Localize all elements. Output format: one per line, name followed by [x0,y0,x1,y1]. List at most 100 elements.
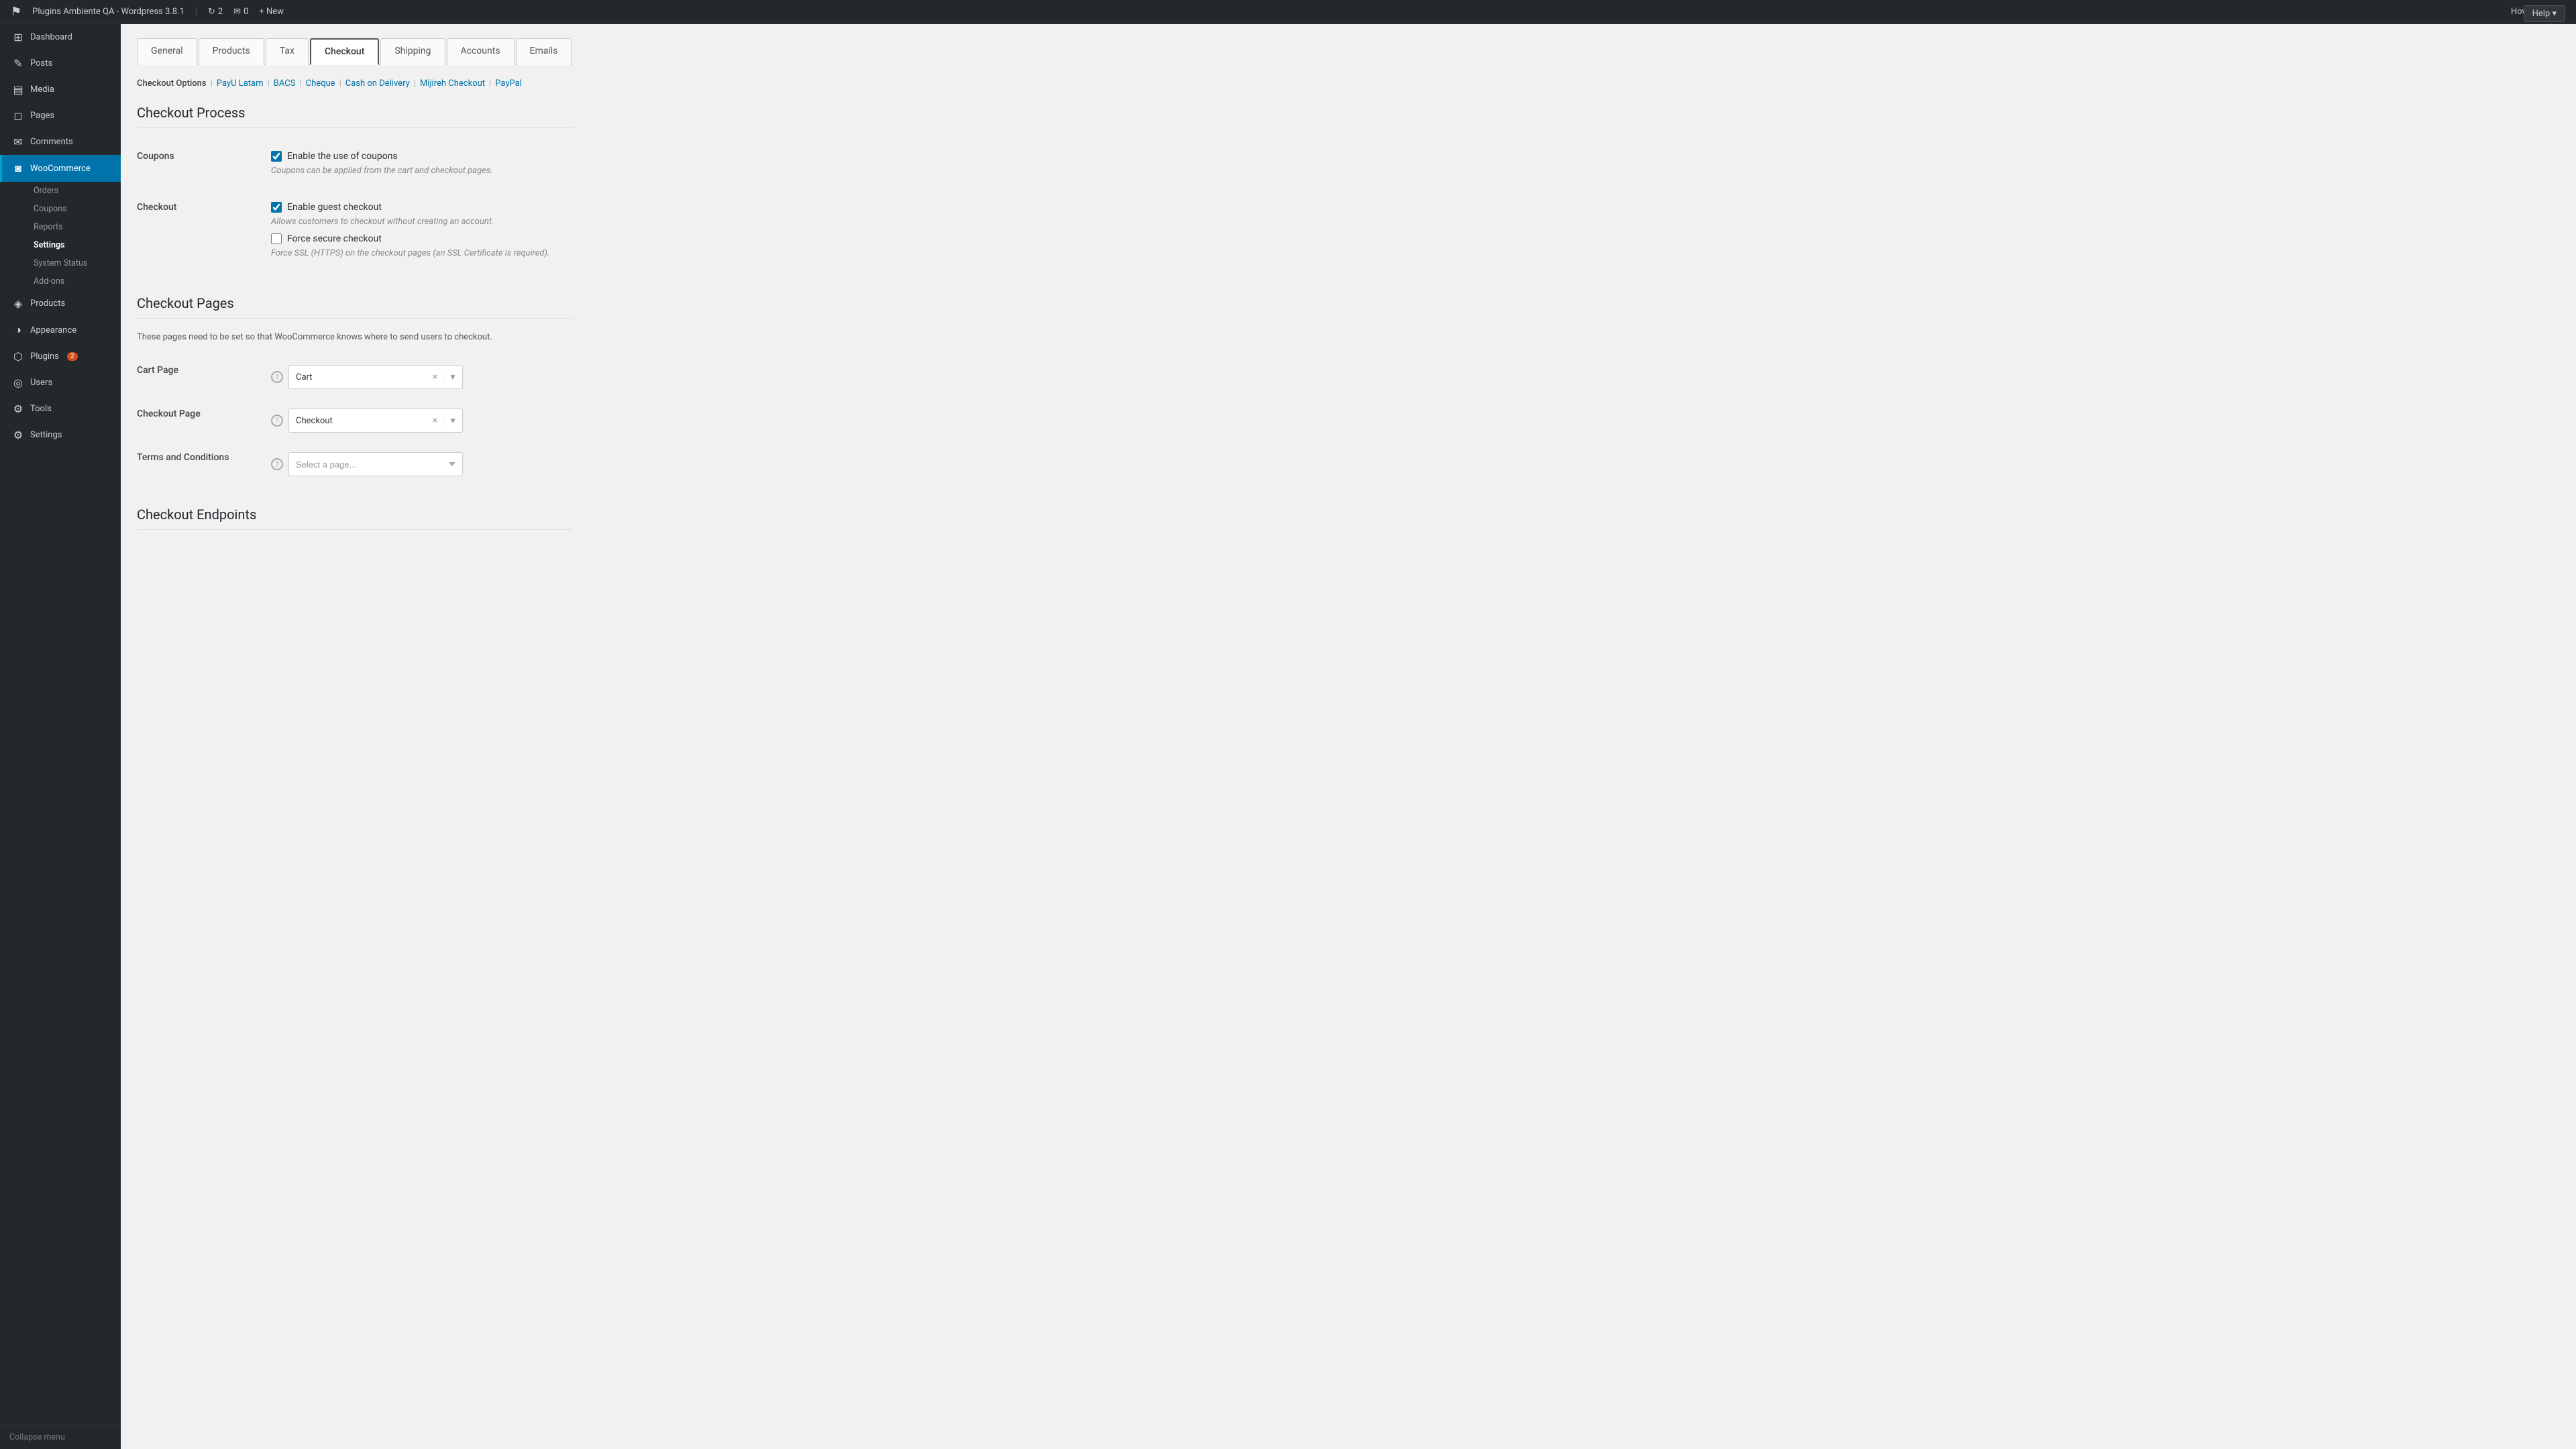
cart-page-label: Cart Page [137,365,178,376]
sidebar-label-tools: Tools [30,404,52,414]
cart-page-select[interactable]: Cart × ▼ [288,365,463,389]
coupons-row: Coupons Enable the use of coupons Coupon… [137,142,573,193]
checkout-control: Enable guest checkout Allows customers t… [271,193,573,275]
checkout-page-field-wrapper: ? Checkout × ▼ [271,409,573,433]
coupons-enable-row: Enable the use of coupons [271,151,573,162]
tab-shipping[interactable]: Shipping [380,38,445,65]
media-icon: ▤ [11,83,25,96]
coupons-helper: Coupons can be applied from the cart and… [271,166,573,176]
cart-page-row: Cart Page ? Cart × ▼ [137,356,573,399]
checkout-page-label: Checkout Page [137,409,201,419]
checkout-page-help-icon[interactable]: ? [271,415,283,427]
sidebar-item-system-status[interactable]: System Status [24,254,121,272]
checkout-link-bacs[interactable]: BACS [274,78,296,89]
sidebar-item-pages[interactable]: ◻ Pages [0,103,121,129]
checkout-link-paypal[interactable]: PayPal [495,78,522,89]
guest-checkout-checkbox[interactable] [271,202,282,213]
force-ssl-checkbox[interactable] [271,233,282,244]
coupons-control: Enable the use of coupons Coupons can be… [271,142,573,193]
ssl-checkout-row: Force secure checkout [271,233,573,244]
checkout-row: Checkout Enable guest checkout Allows cu… [137,193,573,275]
sidebar-item-products[interactable]: ◈ Products [0,290,121,317]
collapse-menu-button[interactable]: Collapse menu [0,1425,121,1449]
tab-general[interactable]: General [137,38,197,65]
users-icon: ◎ [11,376,25,389]
checkout-page-row: Checkout Page ? Checkout × ▼ [137,399,573,443]
coupons-enable-checkbox[interactable] [271,151,282,162]
tab-checkout[interactable]: Checkout [310,38,379,65]
sidebar-label-comments: Comments [30,137,73,147]
terms-label: Terms and Conditions [137,452,229,463]
update-count[interactable]: ↻ 2 [208,7,223,17]
help-button[interactable]: Help ▾ [2524,5,2565,22]
sidebar-label-woocommerce: WooCommerce [30,164,91,174]
sidebar-item-reports[interactable]: Reports [24,218,121,236]
tools-icon: ⚙ [11,402,25,415]
checkout-page-clear-button[interactable]: × [427,415,443,426]
admin-bar: ⚑ Plugins Ambiente QA - Wordpress 3.8.1 … [0,0,2576,24]
terms-help-icon[interactable]: ? [271,458,283,470]
checkout-link-mijireh[interactable]: Mijireh Checkout [420,78,485,89]
checkout-process-title: Checkout Process [137,105,573,128]
settings-tabs: General Products Tax Checkout Shipping A… [137,38,573,65]
guest-checkout-label[interactable]: Enable guest checkout [287,202,382,213]
settings-icon: ⚙ [11,429,25,441]
sidebar-label-plugins: Plugins [30,352,59,362]
sidebar-label-dashboard: Dashboard [30,32,72,42]
plugins-icon: ⬡ [11,350,25,363]
coupons-enable-label[interactable]: Enable the use of coupons [287,151,398,162]
checkout-options-nav: Checkout Options | PayU Latam | BACS | C… [137,78,573,89]
checkout-page-select[interactable]: Checkout × ▼ [288,409,463,433]
sidebar-label-products: Products [30,299,65,309]
dashboard-icon: ⊞ [11,31,25,44]
checkout-label: Checkout [137,193,271,275]
sidebar-item-media[interactable]: ▤ Media [0,76,121,103]
sidebar-item-tools[interactable]: ⚙ Tools [0,396,121,422]
checkout-pages-title: Checkout Pages [137,295,573,319]
sidebar-item-woocommerce[interactable]: ◙ WooCommerce [0,155,121,182]
checkout-page-dropdown-arrow[interactable]: ▼ [443,416,462,425]
checkout-link-cheque[interactable]: Cheque [306,78,335,89]
wp-logo-icon[interactable]: ⚑ [11,5,21,19]
checkout-process-table: Coupons Enable the use of coupons Coupon… [137,142,573,275]
admin-bar-site-name[interactable]: Plugins Ambiente QA - Wordpress 3.8.1 [32,7,184,17]
tab-products[interactable]: Products [199,38,264,65]
sidebar-woo-submenu: Orders Coupons Reports Settings System S… [0,182,121,290]
checkout-pages-table: Cart Page ? Cart × ▼ Checkout [137,356,573,486]
page-content: General Products Tax Checkout Shipping A… [121,24,589,1449]
sidebar-item-users[interactable]: ◎ Users [0,370,121,396]
sidebar-item-plugins[interactable]: ⬡ Plugins 2 [0,343,121,370]
checkout-page-value: Checkout [289,416,427,426]
force-ssl-label[interactable]: Force secure checkout [287,233,382,244]
products-icon: ◈ [11,297,25,310]
checkout-pages-desc: These pages need to be set so that WooCo… [137,332,573,342]
cart-page-dropdown-arrow[interactable]: ▼ [443,372,462,382]
comment-count[interactable]: ✉ 0 [233,7,248,17]
new-button[interactable]: + New [259,7,284,17]
cart-page-field-wrapper: ? Cart × ▼ [271,365,573,389]
checkout-link-cod[interactable]: Cash on Delivery [345,78,410,89]
tab-tax[interactable]: Tax [266,38,309,65]
sidebar-item-settings[interactable]: ⚙ Settings [0,422,121,448]
tab-accounts[interactable]: Accounts [447,38,515,65]
sidebar-item-add-ons[interactable]: Add-ons [24,272,121,290]
sidebar-item-appearance[interactable]: ◑ Appearance [0,317,121,343]
cart-page-help-icon[interactable]: ? [271,371,283,383]
sidebar-item-posts[interactable]: ✎ Posts [0,50,121,76]
appearance-icon: ◑ [11,323,25,337]
sidebar-label-posts: Posts [30,58,52,68]
sidebar-item-woo-settings[interactable]: Settings [24,236,121,254]
terms-page-select[interactable]: Select a page... [288,452,463,476]
woocommerce-icon: ◙ [11,162,25,175]
checkout-options-label: Checkout Options [137,78,207,89]
sidebar-item-orders[interactable]: Orders [24,182,121,200]
sidebar-nav: ⊞ Dashboard ✎ Posts ▤ Media ◻ Pages ✉ Co… [0,24,121,1425]
sidebar-label-users: Users [30,378,52,388]
cart-page-clear-button[interactable]: × [427,372,443,382]
checkout-link-payu[interactable]: PayU Latam [217,78,264,89]
terms-row: Terms and Conditions ? Select a page... [137,443,573,486]
sidebar-item-coupons[interactable]: Coupons [24,200,121,218]
tab-emails[interactable]: Emails [516,38,572,65]
sidebar-item-comments[interactable]: ✉ Comments [0,129,121,155]
sidebar-item-dashboard[interactable]: ⊞ Dashboard [0,24,121,50]
